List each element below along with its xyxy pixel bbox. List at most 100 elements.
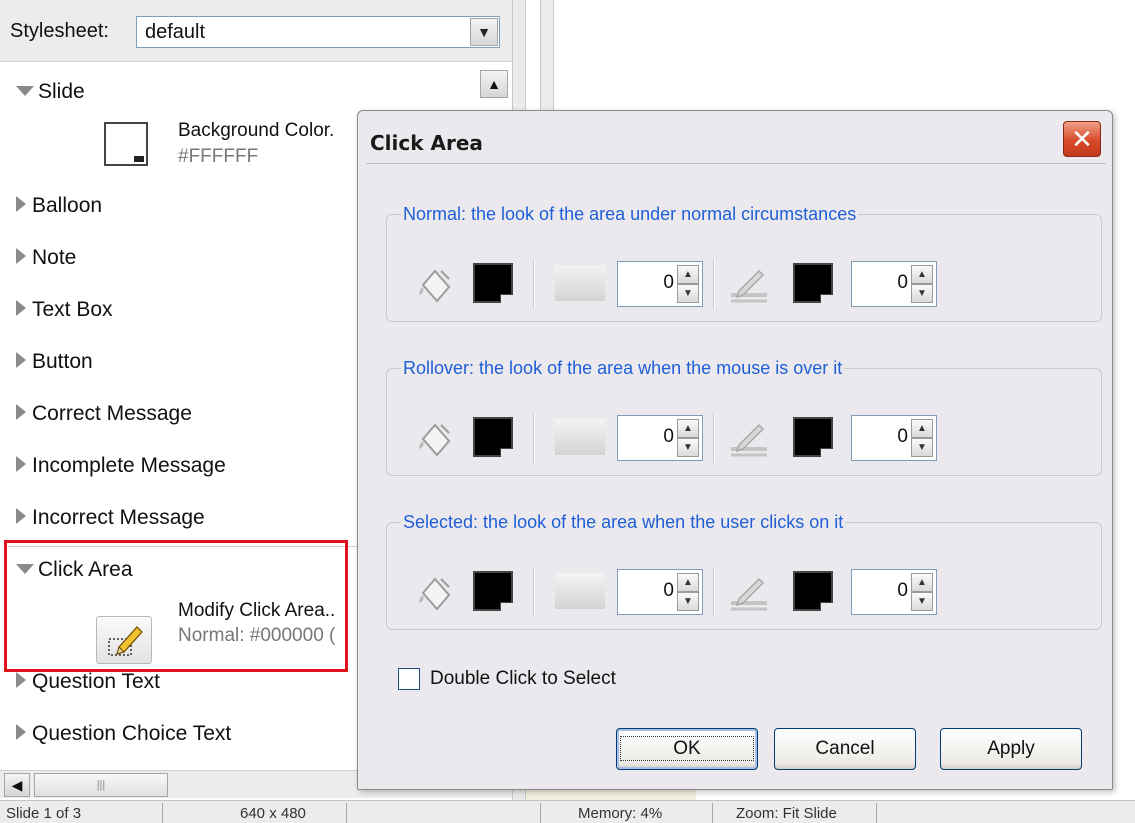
tree-item-question-choice-text[interactable]: Question Choice Text: [16, 722, 231, 746]
stylesheet-select[interactable]: default ▼: [136, 16, 500, 48]
spin-down-icon[interactable]: ▼: [911, 438, 933, 457]
border-pen-icon: [731, 269, 767, 303]
tree-item-correct-message[interactable]: Correct Message: [16, 402, 192, 426]
click-area-dialog: Click Area ✕ Normal: the look of the are…: [357, 110, 1113, 790]
expand-right-icon: [16, 456, 26, 472]
divider: [713, 567, 715, 617]
fill-opacity-spinner[interactable]: 0 ▲ ▼: [617, 415, 703, 461]
stylesheet-row: Stylesheet: default ▼: [0, 0, 512, 62]
stylesheet-select-value: default: [145, 21, 206, 43]
spin-down-icon[interactable]: ▼: [677, 592, 699, 611]
tree-item-note[interactable]: Note: [16, 246, 76, 270]
spinner-value: 0: [897, 272, 908, 293]
opacity-gradient-icon: [555, 265, 605, 301]
tree-item-label: Correct Message: [32, 402, 192, 425]
status-bar: Slide 1 of 3 640 x 480 Memory: 4% Zoom: …: [0, 800, 1135, 823]
spin-down-icon[interactable]: ▼: [677, 438, 699, 457]
fill-opacity-spinner[interactable]: 0 ▲ ▼: [617, 569, 703, 615]
spinner-value: 0: [897, 426, 908, 447]
status-separator: [162, 803, 163, 823]
fill-opacity-spinner[interactable]: 0 ▲ ▼: [617, 261, 703, 307]
tree-item-incorrect-message[interactable]: Incorrect Message: [16, 506, 205, 530]
fill-color-picker[interactable]: [473, 571, 513, 611]
group-legend: Normal: the look of the area under norma…: [403, 204, 857, 224]
divider: [533, 567, 535, 617]
spinner-value: 0: [663, 426, 674, 447]
double-click-label[interactable]: Double Click to Select: [430, 668, 616, 690]
tree-item-balloon[interactable]: Balloon: [16, 194, 102, 218]
border-width-spinner[interactable]: 0 ▲ ▼: [851, 261, 937, 307]
tree-item-label: Question Text: [32, 670, 161, 693]
scroll-left-button[interactable]: ◀: [4, 773, 30, 797]
fill-color-picker[interactable]: [473, 263, 513, 303]
status-slide-count: Slide 1 of 3: [6, 805, 82, 822]
spin-down-icon[interactable]: ▼: [911, 284, 933, 303]
double-click-checkbox[interactable]: [398, 668, 420, 690]
expand-right-icon: [16, 404, 26, 420]
border-color-picker[interactable]: [793, 263, 833, 303]
status-dimensions: 640 x 480: [240, 805, 306, 822]
spin-up-icon[interactable]: ▲: [677, 573, 699, 592]
scroll-thumb[interactable]: |||: [34, 773, 168, 797]
scroll-up-button[interactable]: ▲: [480, 70, 508, 98]
spinner-value: 0: [897, 580, 908, 601]
cancel-button[interactable]: Cancel: [774, 728, 916, 770]
divider: [713, 413, 715, 463]
group-legend: Selected: the look of the area when the …: [403, 512, 844, 532]
dialog-body: Normal: the look of the area under norma…: [366, 163, 1106, 783]
opacity-gradient-icon: [555, 419, 605, 455]
tree-item-label: Slide: [38, 80, 85, 103]
tree-item-label: Incorrect Message: [32, 506, 205, 529]
fill-bucket-icon: [419, 577, 451, 611]
status-separator: [876, 803, 877, 823]
close-icon[interactable]: ✕: [1063, 121, 1101, 157]
spin-down-icon[interactable]: ▼: [677, 284, 699, 303]
spinner-value: 0: [663, 272, 674, 293]
chevron-down-icon[interactable]: ▼: [470, 18, 498, 46]
apply-button[interactable]: Apply: [940, 728, 1082, 770]
status-memory: Memory: 4%: [578, 805, 663, 822]
expand-right-icon: [16, 196, 26, 212]
spin-up-icon[interactable]: ▲: [911, 573, 933, 592]
style-controls: 0 ▲ ▼ 0 ▲ ▼: [387, 259, 1103, 317]
spin-up-icon[interactable]: ▲: [911, 265, 933, 284]
expand-right-icon: [16, 724, 26, 740]
opacity-gradient-icon: [555, 573, 605, 609]
tree-item-label: Question Choice Text: [32, 722, 232, 745]
fill-color-picker[interactable]: [473, 417, 513, 457]
tree-item-button[interactable]: Button: [16, 350, 93, 374]
border-pen-icon: [731, 577, 767, 611]
tree-item-question-text[interactable]: Question Text: [16, 670, 160, 694]
border-pen-icon: [731, 423, 767, 457]
selected-state-group: Selected: the look of the area when the …: [386, 512, 1102, 630]
rollover-state-group: Rollover: the look of the area when the …: [386, 358, 1102, 476]
tree-item-slide[interactable]: Slide: [16, 80, 85, 104]
ok-button[interactable]: OK: [616, 728, 758, 770]
dialog-title: Click Area: [370, 131, 483, 155]
spin-down-icon[interactable]: ▼: [911, 592, 933, 611]
panel-splitter-secondary[interactable]: [540, 0, 554, 110]
tree-item-label: Balloon: [32, 194, 103, 217]
background-color-label[interactable]: Background Color.: [178, 120, 334, 142]
border-color-picker[interactable]: [793, 571, 833, 611]
background-color-value: #FFFFFF: [178, 146, 259, 167]
fill-bucket-icon: [419, 423, 451, 457]
tree-item-text-box[interactable]: Text Box: [16, 298, 113, 322]
border-width-spinner[interactable]: 0 ▲ ▼: [851, 415, 937, 461]
ok-button-label: OK: [620, 736, 754, 761]
spin-up-icon[interactable]: ▲: [911, 419, 933, 438]
tree-item-incomplete-message[interactable]: Incomplete Message: [16, 454, 226, 478]
spin-up-icon[interactable]: ▲: [677, 419, 699, 438]
status-separator: [346, 803, 347, 823]
spin-up-icon[interactable]: ▲: [677, 265, 699, 284]
fill-bucket-icon: [419, 269, 451, 303]
status-zoom: Zoom: Fit Slide: [736, 805, 837, 822]
divider: [533, 259, 535, 309]
border-width-spinner[interactable]: 0 ▲ ▼: [851, 569, 937, 615]
tree-item-label: Button: [32, 350, 93, 373]
highlight-annotation: [4, 540, 348, 672]
background-color-swatch[interactable]: [104, 122, 148, 166]
border-color-picker[interactable]: [793, 417, 833, 457]
expand-right-icon: [16, 300, 26, 316]
status-separator: [712, 803, 713, 823]
